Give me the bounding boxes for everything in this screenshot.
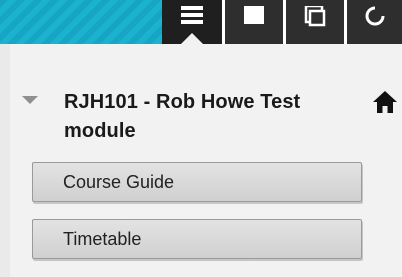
brand-strip <box>0 0 162 44</box>
top-toolbar <box>0 0 402 44</box>
home-icon[interactable] <box>372 90 398 119</box>
course-title[interactable]: RJH101 - Rob Howe Test module <box>64 88 364 146</box>
tab-course-menu[interactable] <box>162 0 222 44</box>
copy-icon <box>304 4 326 33</box>
tab-copy[interactable] <box>286 0 344 44</box>
menu-item-course-guide[interactable]: Course Guide <box>32 162 362 202</box>
active-tab-pointer <box>181 33 203 44</box>
panel-edge <box>0 44 10 277</box>
menu-icon <box>181 6 203 31</box>
course-header: RJH101 - Rob Howe Test module <box>20 88 400 144</box>
page-icon <box>243 6 265 31</box>
collapse-caret-icon[interactable] <box>22 96 38 104</box>
menu-item-label: Timetable <box>63 229 142 249</box>
menu-item-timetable[interactable]: Timetable <box>32 219 362 259</box>
tab-refresh[interactable] <box>347 0 402 44</box>
refresh-icon <box>364 6 386 33</box>
tab-page[interactable] <box>225 0 283 44</box>
menu-item-label: Course Guide <box>63 172 175 192</box>
